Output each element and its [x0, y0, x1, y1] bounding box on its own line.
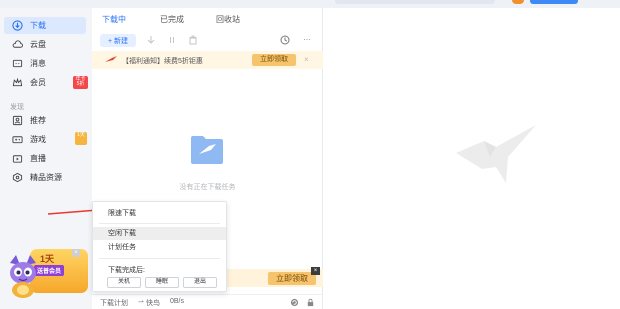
detail-panel	[323, 8, 620, 309]
clock-icon[interactable]	[280, 35, 290, 45]
sidebar-item-games[interactable]: 游戏 1天	[4, 131, 87, 148]
exit-button[interactable]: 退出	[183, 277, 217, 288]
bottom-claim-button[interactable]: 立即领取	[268, 272, 316, 285]
notice-text: 【福利通知】续费5折钜惠	[122, 58, 203, 65]
lock-icon[interactable]	[306, 298, 315, 309]
avatar[interactable]	[512, 0, 524, 4]
game-badge: 1天	[75, 132, 87, 145]
empty-state-text: 没有正在下载任务	[179, 184, 236, 191]
sidebar-item-vip[interactable]: 会员 年卡5折	[4, 74, 88, 91]
sidebar-item-live[interactable]: 直播	[4, 150, 86, 167]
sidebar-item-label: 游戏	[30, 135, 46, 144]
tab-recycle-bin[interactable]: 回收站	[216, 14, 240, 25]
message-icon	[12, 58, 23, 69]
discount-badge: 年卡5折	[73, 76, 88, 89]
thunder-bird-icon	[105, 56, 117, 62]
vip-button[interactable]	[530, 0, 578, 4]
empty-folder-icon	[191, 136, 223, 164]
refresh-icon[interactable]	[290, 298, 299, 309]
mascot-image	[10, 255, 36, 298]
sidebar-item-label: 消息	[30, 59, 46, 68]
delete-icon[interactable]	[188, 35, 198, 45]
sidebar-item-recommend[interactable]: 推荐	[4, 112, 86, 129]
sidebar-item-label: 下载	[30, 21, 46, 30]
pause-icon[interactable]	[167, 35, 177, 45]
after-download-label: 下载完成后:	[108, 267, 145, 274]
gem-icon	[12, 172, 23, 183]
sidebar-item-message[interactable]: 消息	[4, 55, 86, 72]
live-icon	[12, 153, 23, 164]
sidebar-item-label: 直播	[30, 154, 46, 163]
speed-icon: ⇀	[138, 299, 144, 306]
sleep-button[interactable]: 睡眠	[145, 277, 179, 288]
download-plan-link[interactable]: 下载计划	[100, 298, 128, 308]
claim-button[interactable]: 立即领取	[252, 54, 296, 66]
gamepad-icon	[12, 134, 23, 145]
sidebar-item-label: 云盘	[30, 40, 46, 49]
download-icon	[12, 20, 23, 31]
speed-label: 快鸟	[146, 300, 160, 307]
menu-item-scheduled-task[interactable]: 计划任务	[93, 241, 226, 254]
tab-completed[interactable]: 已完成	[160, 14, 184, 25]
tab-bar: 下载中 已完成 回收站	[92, 8, 323, 30]
crown-icon	[12, 77, 23, 88]
search-box[interactable]	[335, 0, 495, 4]
download-plan-menu: 限速下载 空闲下载 计划任务 下载完成后: 关机 睡眠 退出	[92, 201, 227, 292]
sidebar-item-resources[interactable]: 精品资源	[4, 169, 86, 186]
start-icon[interactable]	[146, 35, 156, 45]
vip-promo-card[interactable]: 1天 送普会员 ×	[6, 243, 92, 301]
thunder-bird-logo	[456, 125, 536, 183]
status-bar: 下载计划 ⇀ 快鸟 0B/s	[92, 294, 323, 309]
promo-close-button[interactable]: ×	[72, 249, 80, 257]
menu-divider	[99, 223, 220, 224]
new-task-button[interactable]: + 新建	[100, 34, 136, 47]
recommend-icon	[12, 115, 23, 126]
shutdown-button[interactable]: 关机	[107, 277, 141, 288]
sidebar-item-label: 会员	[30, 78, 46, 87]
notice-close-icon[interactable]: ×	[304, 55, 309, 64]
title-bar	[0, 0, 620, 8]
more-icon[interactable]: ···	[302, 35, 312, 45]
sidebar-item-label: 精品资源	[30, 173, 62, 182]
notice-bar: 【福利通知】续费5折钜惠 立即领取 ×	[92, 51, 323, 69]
sidebar-item-cloud[interactable]: 云盘	[4, 36, 86, 53]
toolbar: + 新建 ···	[92, 34, 323, 50]
cloud-icon	[12, 39, 23, 50]
speed-value: 0B/s	[170, 298, 185, 305]
menu-item-speed-limit[interactable]: 限速下载	[93, 207, 226, 220]
bottom-promo-close-icon[interactable]: ×	[311, 267, 320, 275]
menu-divider	[99, 258, 220, 259]
menu-item-idle-download[interactable]: 空闲下载	[93, 227, 226, 240]
sidebar-item-label: 推荐	[30, 116, 46, 125]
section-label: 发现	[10, 104, 24, 111]
tab-downloading[interactable]: 下载中	[102, 14, 126, 25]
promo-days: 1天	[40, 254, 55, 264]
sidebar-item-download[interactable]: 下载	[4, 17, 86, 34]
